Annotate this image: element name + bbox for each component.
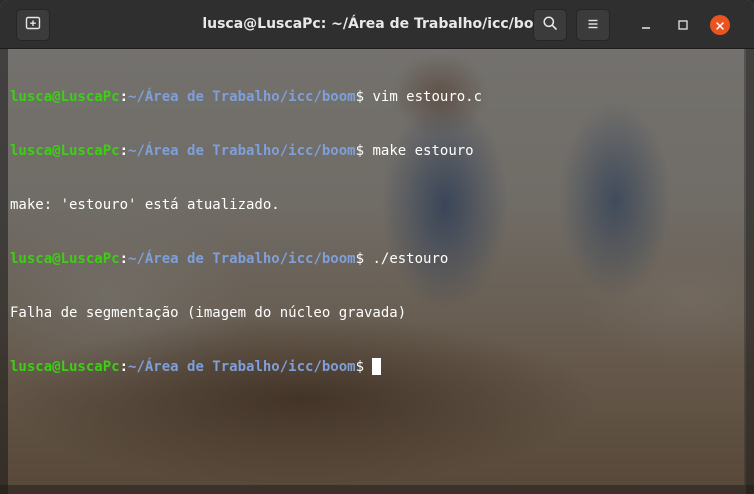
terminal-line-output: make: 'estouro' está atualizado.	[10, 197, 280, 213]
prompt-user-host: lusca@LuscaPc	[10, 143, 120, 159]
hamburger-menu-icon	[586, 16, 600, 35]
menu-button[interactable]	[576, 9, 610, 41]
command-text: make estouro	[364, 143, 474, 159]
prompt-user-host: lusca@LuscaPc	[10, 89, 120, 105]
prompt-colon: :	[119, 89, 129, 105]
window-bottom-edge	[0, 485, 754, 494]
terminal-cursor	[372, 358, 382, 375]
close-button[interactable]	[710, 15, 730, 35]
prompt-dollar: $	[355, 251, 365, 267]
prompt-user-host: lusca@LuscaPc	[10, 359, 120, 375]
prompt-colon: :	[119, 251, 129, 267]
command-text: ./estouro	[364, 251, 449, 267]
terminal-line-prompt: lusca@LuscaPc:~/Área de Trabalho/icc/boo…	[10, 88, 744, 106]
search-icon	[542, 15, 558, 35]
prompt-colon: :	[119, 359, 129, 375]
prompt-path: ~/Área de Trabalho/icc/boom	[128, 359, 356, 375]
close-icon	[715, 16, 725, 35]
terminal-line-prompt: lusca@LuscaPc:~/Área de Trabalho/icc/boo…	[10, 358, 744, 376]
prompt-colon: :	[119, 143, 129, 159]
new-tab-button[interactable]	[16, 9, 50, 41]
window-left-edge	[0, 49, 8, 494]
prompt-dollar: $	[355, 143, 365, 159]
prompt-path: ~/Área de Trabalho/icc/boom	[128, 143, 356, 159]
maximize-button[interactable]	[673, 15, 693, 35]
scrollbar-track[interactable]	[744, 49, 746, 485]
minimize-button[interactable]	[636, 15, 656, 35]
terminal-window: lusca@LuscaPc: ~/Área de Trabalho/icc/bo…	[0, 0, 754, 494]
command-text	[364, 359, 372, 375]
window-right-edge	[746, 49, 754, 494]
terminal-line-prompt: lusca@LuscaPc:~/Área de Trabalho/icc/boo…	[10, 250, 744, 268]
minimize-icon	[640, 16, 652, 35]
command-text: vim estouro.c	[364, 89, 483, 105]
prompt-path: ~/Área de Trabalho/icc/boom	[128, 251, 356, 267]
prompt-dollar: $	[355, 89, 365, 105]
prompt-path: ~/Área de Trabalho/icc/boom	[128, 89, 356, 105]
new-tab-icon	[25, 15, 41, 35]
search-button[interactable]	[533, 9, 567, 41]
maximize-icon	[677, 16, 689, 35]
header-bar: lusca@LuscaPc: ~/Área de Trabalho/icc/bo…	[0, 0, 754, 49]
prompt-dollar: $	[355, 359, 365, 375]
terminal-output[interactable]: lusca@LuscaPc:~/Área de Trabalho/icc/boo…	[10, 52, 744, 482]
prompt-user-host: lusca@LuscaPc	[10, 251, 120, 267]
terminal-line-output: Falha de segmentação (imagem do núcleo g…	[10, 305, 407, 321]
terminal-line-prompt: lusca@LuscaPc:~/Área de Trabalho/icc/boo…	[10, 142, 744, 160]
